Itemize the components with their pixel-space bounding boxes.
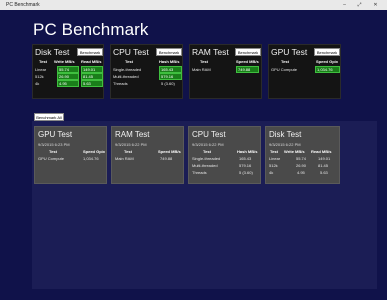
row-label: Linear — [269, 156, 281, 161]
disk-results-grid: Test Write MB/s Read MB/s Linear 55.74 1… — [33, 59, 105, 99]
row-label: Multi-threaded — [192, 163, 218, 168]
result-title: RAM Test — [115, 130, 150, 139]
result-timestamp: 9/3/2015 6:22 PM — [269, 142, 301, 147]
disk-test-title: Disk Test — [35, 47, 70, 57]
hash-value: 5 (3.60) — [161, 81, 175, 86]
row-label: Main RAM — [192, 67, 211, 72]
row-label: Single-threaded — [113, 67, 142, 72]
disk-test-card: Disk Test Benchmark Test Write MB/s Read… — [32, 44, 104, 99]
gpu-test-title: GPU Test — [271, 47, 308, 57]
row-label: Single-threaded — [192, 156, 221, 161]
hash-value: 165.43 — [239, 156, 252, 161]
write-value: 4.95 — [297, 170, 305, 175]
speed-value: 1,034.76 — [315, 66, 340, 73]
column-header: Test — [203, 149, 211, 154]
column-header: Test — [49, 149, 57, 154]
column-header: Test — [124, 149, 132, 154]
column-header: Test — [270, 149, 278, 154]
column-header: Read MB/s — [81, 59, 102, 64]
row-label: Threads — [192, 170, 207, 175]
ram-test-title: RAM Test — [192, 47, 229, 57]
write-value: 4.95 — [57, 80, 79, 87]
result-timestamp: 9/3/2015 6:22 PM — [115, 142, 147, 147]
row-label: GPU Compute — [38, 156, 65, 161]
window-titlebar: PC Benchmark – ⤢ ✕ — [0, 0, 387, 10]
read-value: 5.63 — [320, 170, 328, 175]
ram-results-grid: Test Speed MB/s Main RAM 749.88 — [190, 59, 263, 99]
result-card-cpu: CPU Test 9/3/2015 6:22 PM Test Hash MB/s… — [188, 126, 261, 184]
column-header: Speed Gpix — [83, 149, 106, 154]
window-title: PC Benchmark — [6, 2, 40, 8]
hash-value: 579.16 — [159, 73, 182, 80]
ram-test-card: RAM Test Benchmark Test Speed MB/s Main … — [189, 44, 262, 99]
cpu-benchmark-button[interactable]: Benchmark — [156, 48, 182, 56]
result-title: Disk Test — [269, 130, 302, 139]
write-value: 26.90 — [296, 163, 307, 168]
row-label: 512k — [35, 74, 44, 79]
write-value: 55.74 — [296, 156, 307, 161]
gpu-results-grid: Test Speed Gpix GPU Compute 1,034.76 — [269, 59, 342, 99]
column-header: Hash MB/s — [237, 149, 258, 154]
column-header: Speed MB/s — [236, 59, 259, 64]
result-card-gpu: GPU Test 9/3/2015 6:23 PM Test Speed Gpi… — [34, 126, 107, 184]
read-value: 5.63 — [81, 80, 103, 87]
result-timestamp: 9/3/2015 6:23 PM — [38, 142, 70, 147]
cpu-results-grid: Test Hash MB/s Single-threaded 165.43 Mu… — [111, 59, 184, 99]
hash-value: 165.43 — [159, 66, 182, 73]
cpu-test-card: CPU Test Benchmark Test Hash MB/s Single… — [110, 44, 183, 99]
close-icon[interactable]: ✕ — [369, 0, 382, 10]
benchmark-all-button[interactable]: Benchmark All — [34, 113, 64, 121]
read-value: 81.45 — [318, 163, 329, 168]
result-timestamp: 9/3/2015 6:22 PM — [192, 142, 224, 147]
column-header: Write MB/s — [54, 59, 75, 64]
row-label: 512k — [269, 163, 278, 168]
read-value: 149.01 — [318, 156, 331, 161]
column-header: Write MB/s — [284, 149, 305, 154]
write-value: 26.90 — [57, 73, 79, 80]
read-value: 81.45 — [81, 73, 103, 80]
read-value: 149.01 — [81, 66, 103, 73]
column-header: Test — [39, 59, 47, 64]
disk-benchmark-button[interactable]: Benchmark — [77, 48, 103, 56]
hash-value: 5 (3.60) — [239, 170, 253, 175]
row-label: Linear — [35, 67, 47, 72]
row-label: GPU Compute — [271, 67, 298, 72]
result-card-disk: Disk Test 9/3/2015 6:22 PM Test Write MB… — [265, 126, 340, 184]
gpu-benchmark-button[interactable]: Benchmark — [314, 48, 340, 56]
column-header: Test — [125, 59, 133, 64]
row-label: 4k — [35, 81, 40, 86]
column-header: Speed Gpix — [316, 59, 339, 64]
speed-value: 1,034.76 — [83, 156, 99, 161]
column-header: Speed MB/s — [158, 149, 181, 154]
column-header: Test — [281, 59, 289, 64]
hash-value: 579.16 — [239, 163, 252, 168]
gpu-test-card: GPU Test Benchmark Test Speed Gpix GPU C… — [268, 44, 341, 99]
result-title: CPU Test — [192, 130, 226, 139]
maximize-icon[interactable]: ⤢ — [353, 0, 366, 10]
result-title: GPU Test — [38, 130, 73, 139]
row-label: Multi-threaded — [113, 74, 139, 79]
write-value: 55.74 — [57, 66, 79, 73]
speed-value: 749.88 — [236, 66, 259, 73]
cpu-test-title: CPU Test — [113, 47, 149, 57]
column-header: Hash MB/s — [159, 59, 180, 64]
row-label: Main RAM — [115, 156, 134, 161]
result-card-ram: RAM Test 9/3/2015 6:22 PM Test Speed MB/… — [111, 126, 184, 184]
row-label: 4k — [269, 170, 274, 175]
speed-value: 749.88 — [160, 156, 173, 161]
row-label: Threads — [113, 81, 128, 86]
column-header: Test — [200, 59, 208, 64]
page-title: PC Benchmark — [33, 20, 149, 39]
ram-benchmark-button[interactable]: Benchmark — [235, 48, 261, 56]
column-header: Read MB/s — [311, 149, 332, 154]
minimize-icon[interactable]: – — [338, 0, 351, 10]
